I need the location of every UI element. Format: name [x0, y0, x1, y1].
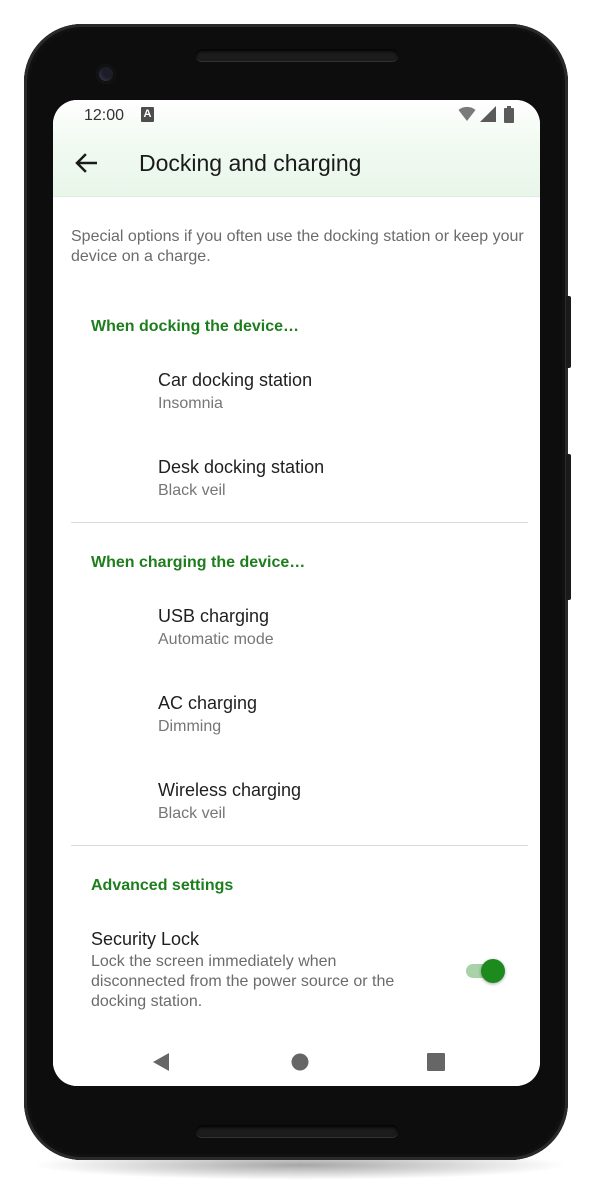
wifi-icon [458, 106, 476, 121]
section-header-charging: When charging the device… [91, 554, 306, 571]
item-subtitle: Insomnia [158, 395, 223, 412]
item-title: AC charging [158, 693, 258, 713]
bottom-speaker [196, 1125, 398, 1137]
front-camera [96, 64, 116, 84]
divider [71, 845, 528, 846]
recents-square-icon [427, 1053, 445, 1071]
list-item-usb-charging[interactable]: USB charging Automatic mode [158, 604, 518, 650]
cell-signal-icon [480, 106, 496, 122]
home-circle-icon [291, 1053, 309, 1071]
divider [71, 522, 528, 523]
back-triangle-icon [153, 1053, 169, 1071]
volume-button [566, 454, 571, 600]
security-lock-setting[interactable]: Security Lock Lock the screen immediatel… [91, 927, 451, 1012]
list-item-ac-charging[interactable]: AC charging Dimming [158, 691, 518, 737]
item-subtitle: Black veil [158, 805, 226, 822]
power-button [566, 296, 571, 368]
screen: 12:00 A Docking and charging Special opt… [53, 100, 540, 1086]
security-lock-toggle[interactable] [464, 959, 508, 983]
section-header-advanced: Advanced settings [91, 877, 234, 894]
section-header-docking: When docking the device… [91, 318, 300, 335]
list-item-wireless-charging[interactable]: Wireless charging Black veil [158, 778, 518, 824]
nav-recents-button[interactable] [424, 1050, 448, 1074]
intro-text: Special options if you often use the doc… [71, 228, 524, 265]
notification-a-icon: A [141, 107, 154, 122]
nav-home-button[interactable] [288, 1050, 312, 1074]
item-subtitle: Black veil [158, 482, 226, 499]
security-lock-title: Security Lock [91, 929, 200, 949]
nav-back-button[interactable] [149, 1050, 173, 1074]
list-item-desk-docking[interactable]: Desk docking station Black veil [158, 455, 518, 501]
item-title: Car docking station [158, 370, 313, 390]
top-speaker [196, 49, 398, 61]
back-button[interactable] [71, 148, 101, 178]
list-item-car-docking[interactable]: Car docking station Insomnia [158, 368, 518, 414]
item-title: Wireless charging [158, 780, 302, 800]
app-bar: 12:00 A Docking and charging [53, 100, 540, 197]
battery-icon [504, 106, 514, 123]
arrow-back-icon [75, 153, 97, 173]
security-lock-description: Lock the screen immediately when disconn… [91, 953, 395, 1010]
item-title: USB charging [158, 606, 270, 626]
toggle-thumb [481, 959, 505, 983]
navigation-bar [53, 1034, 540, 1086]
status-time: 12:00 [84, 107, 125, 124]
item-subtitle: Automatic mode [158, 631, 274, 648]
item-subtitle: Dimming [158, 718, 222, 735]
item-title: Desk docking station [158, 457, 325, 477]
page-title: Docking and charging [139, 150, 362, 176]
